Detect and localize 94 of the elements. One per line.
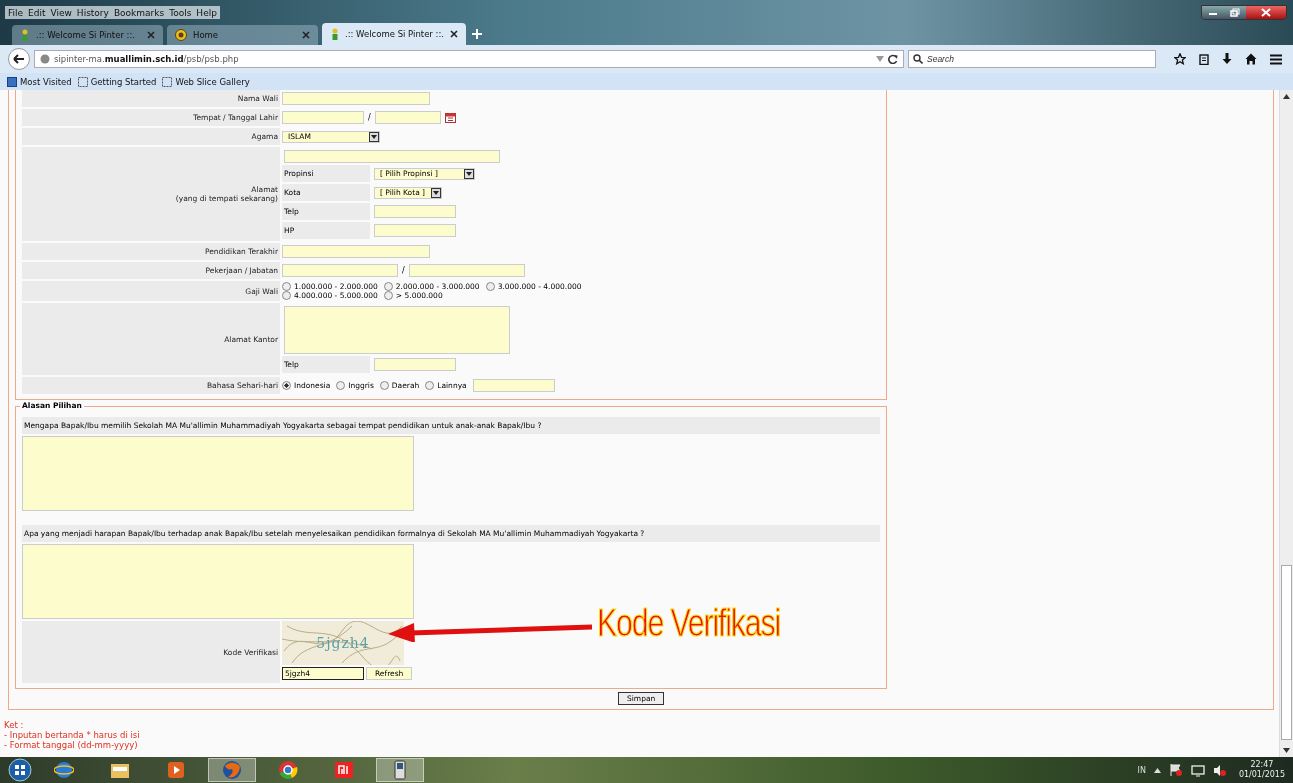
monitor-icon[interactable] bbox=[1190, 763, 1205, 777]
note-text: - Format tanggal (dd-mm-yyyy) bbox=[4, 740, 139, 750]
scrollbar[interactable] bbox=[1279, 90, 1293, 757]
fox-globe-icon bbox=[222, 760, 242, 780]
mi-logo-icon bbox=[334, 761, 354, 779]
annotation-text: Kode Verifikasi bbox=[597, 602, 781, 645]
back-arrow-icon bbox=[13, 54, 25, 64]
calendar-icon[interactable] bbox=[444, 112, 456, 123]
browser-tab[interactable]: .:: Welcome Si Pinter ::. bbox=[322, 23, 466, 45]
close-icon bbox=[1261, 8, 1271, 17]
menu-item[interactable]: History bbox=[76, 7, 109, 18]
globe-icon bbox=[40, 54, 50, 64]
browser-tab[interactable]: .:: Welcome Si Pinter ::. bbox=[12, 25, 163, 45]
date-field[interactable] bbox=[374, 111, 441, 124]
tab-title: .:: Welcome Si Pinter ::. bbox=[344, 29, 444, 39]
star-icon[interactable] bbox=[1174, 53, 1186, 65]
radio-button[interactable] bbox=[425, 381, 435, 390]
bookmark-item[interactable]: Getting Started bbox=[77, 76, 157, 87]
address-bar[interactable]: sipinter-ma.muallimin.sch.id/psb/psb.php bbox=[34, 50, 904, 68]
browser-e-icon bbox=[54, 760, 74, 780]
restore-icon bbox=[1230, 8, 1240, 17]
bookmark-item[interactable]: Web Slice Gallery bbox=[162, 76, 250, 87]
menu-item[interactable]: View bbox=[50, 7, 72, 18]
folder-icon bbox=[110, 761, 130, 779]
text-field[interactable] bbox=[282, 111, 364, 124]
separator-text: / bbox=[402, 266, 405, 275]
text-field[interactable] bbox=[374, 205, 456, 218]
browser-tab[interactable]: Home bbox=[167, 25, 318, 45]
dropdown-icon bbox=[466, 171, 472, 176]
text-field[interactable] bbox=[374, 224, 456, 237]
radio-button[interactable] bbox=[282, 291, 291, 300]
tab-title: Home bbox=[193, 30, 220, 40]
dropdown-icon bbox=[371, 134, 377, 139]
figure-icon bbox=[20, 29, 30, 41]
text-field[interactable] bbox=[282, 264, 398, 277]
text-field[interactable] bbox=[408, 264, 525, 277]
radio-button[interactable] bbox=[485, 282, 495, 291]
scroll-up-icon[interactable] bbox=[1283, 94, 1290, 99]
dashed-box-icon bbox=[77, 76, 88, 87]
chrome-icon bbox=[278, 760, 298, 780]
captcha-text: 5jgzh4 bbox=[316, 635, 370, 651]
text-field[interactable] bbox=[282, 92, 430, 105]
clock[interactable]: 22:47 01/01/2015 bbox=[1238, 760, 1285, 780]
back-button[interactable] bbox=[8, 48, 30, 70]
menu-item[interactable]: Help bbox=[196, 7, 217, 18]
restore-button[interactable] bbox=[1224, 6, 1246, 19]
radio-button[interactable] bbox=[383, 291, 393, 300]
clipboard-icon[interactable] bbox=[1199, 53, 1209, 65]
language-indicator[interactable]: IN bbox=[1137, 765, 1146, 775]
text-field[interactable] bbox=[284, 150, 500, 163]
separator-text: / bbox=[368, 113, 371, 122]
download-icon[interactable] bbox=[1222, 53, 1232, 65]
search-icon bbox=[913, 54, 923, 64]
phone-icon bbox=[394, 760, 406, 780]
scroll-thumb[interactable] bbox=[1281, 565, 1292, 740]
bookmark-item[interactable]: Most Visited bbox=[7, 76, 72, 87]
reload-icon[interactable] bbox=[888, 54, 898, 64]
start-button[interactable] bbox=[8, 758, 32, 782]
radio-button[interactable] bbox=[282, 381, 291, 390]
text-field[interactable] bbox=[472, 379, 555, 392]
scroll-down-icon[interactable] bbox=[1283, 748, 1290, 753]
note-text: Ket : bbox=[4, 720, 25, 730]
url-text: sipinter-ma.muallimin.sch.id/psb/psb.php bbox=[54, 54, 239, 64]
plus-icon[interactable] bbox=[472, 29, 482, 39]
home-icon[interactable] bbox=[1245, 53, 1257, 65]
dropdown-icon[interactable] bbox=[876, 56, 884, 62]
figure-icon bbox=[330, 28, 339, 40]
search-field[interactable]: Search bbox=[908, 50, 1156, 68]
menu-icon[interactable] bbox=[1270, 53, 1282, 65]
emblem-icon bbox=[175, 29, 187, 41]
flag-icon[interactable] bbox=[1168, 763, 1183, 777]
taskbar-app[interactable] bbox=[376, 758, 424, 782]
radio-button[interactable] bbox=[383, 282, 393, 291]
taskbar-app[interactable] bbox=[208, 758, 256, 782]
bookmark-folder-icon bbox=[7, 76, 17, 87]
menu-item[interactable]: Bookmarks bbox=[113, 7, 165, 18]
close-icon[interactable] bbox=[450, 30, 458, 38]
dropdown-icon bbox=[433, 190, 439, 195]
caret-up-icon[interactable] bbox=[1153, 767, 1161, 773]
text-field[interactable] bbox=[282, 245, 430, 258]
radio-button[interactable] bbox=[336, 381, 346, 390]
media-player-icon bbox=[167, 761, 185, 779]
dashed-box-icon bbox=[162, 76, 173, 87]
radio-button[interactable] bbox=[379, 381, 389, 390]
minimize-button[interactable] bbox=[1202, 6, 1224, 19]
menu-item[interactable]: File bbox=[8, 7, 24, 18]
tab-title: .:: Welcome Si Pinter ::. bbox=[36, 30, 137, 40]
menu-item[interactable]: Tools bbox=[169, 7, 192, 18]
radio-button[interactable] bbox=[282, 282, 291, 291]
menu-item[interactable]: Edit bbox=[28, 7, 46, 18]
note-text: - Inputan bertanda * harus di isi bbox=[4, 730, 141, 740]
close-button[interactable] bbox=[1246, 6, 1286, 19]
text-field[interactable] bbox=[374, 358, 456, 371]
speaker-icon[interactable] bbox=[1212, 763, 1227, 777]
